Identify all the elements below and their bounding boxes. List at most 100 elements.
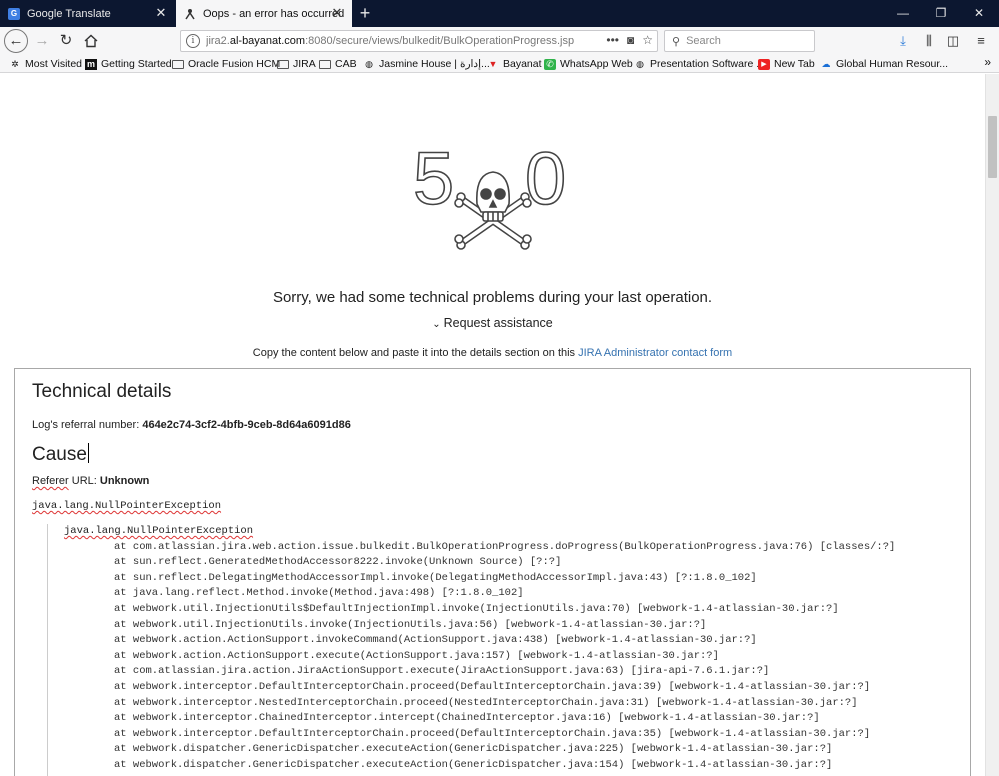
copy-instructions: Copy the content below and paste it into…	[252, 347, 733, 359]
stack-trace-line: at java.lang.reflect.Method.invoke(Metho…	[114, 587, 524, 600]
bookmark-jasmine-house[interactable]: ◍ Jasmine House | إدارة...	[363, 56, 490, 72]
bookmark-presentation-software[interactable]: ◍ Presentation Software ...	[634, 56, 765, 72]
bookmark-whatsapp-web[interactable]: ✆ WhatsApp Web	[544, 56, 633, 72]
bookmark-star-icon[interactable]: ☆	[642, 33, 653, 47]
error-code-left: 5	[413, 142, 454, 220]
cause-heading: Cause	[32, 443, 89, 465]
stack-trace-line: at sun.reflect.GeneratedMethodAccessor82…	[114, 556, 562, 569]
scrollbar-thumb[interactable]	[988, 116, 997, 178]
navigation-toolbar: ← → ↻ i jira2.al-bayanat.com:8080/secure…	[0, 27, 999, 55]
stack-trace-line: at sun.reflect.DelegatingMethodAccessorI…	[114, 571, 757, 584]
error-code-right: 0	[525, 142, 566, 220]
bookmarks-toolbar: ✲ Most Visited m Getting Started Oracle Fu…	[0, 55, 999, 73]
referral-number: 464e2c74-3cf2-4bfb-9ceb-8d64a6091d86	[142, 419, 351, 431]
gear-icon: ✲	[11, 58, 19, 69]
info-icon[interactable]: i	[186, 34, 200, 48]
new-tab-button[interactable]: +	[355, 3, 375, 23]
downloads-button[interactable]: ⤓	[892, 30, 914, 52]
site-icon: m	[85, 58, 97, 70]
bookmark-cab[interactable]: CAB	[319, 56, 357, 72]
bookmark-bayanat[interactable]: ▼ Bayanat	[487, 56, 542, 72]
folder-icon	[172, 59, 184, 69]
technical-details-heading: Technical details	[32, 381, 172, 402]
restore-button[interactable]: ❐	[922, 0, 960, 27]
tab-error-page[interactable]: Oops - an error has occurred ✕	[176, 0, 352, 27]
bookmark-most-visited[interactable]: ✲ Most Visited	[9, 56, 82, 72]
error-message: Sorry, we had some technical problems du…	[272, 289, 713, 306]
search-input[interactable]: ⚲ Search	[664, 30, 815, 52]
admin-contact-form-link[interactable]: JIRA Administrator contact form	[578, 347, 732, 359]
back-button[interactable]: ←	[4, 29, 28, 53]
search-icon: ⚲	[672, 35, 681, 48]
close-tab-icon[interactable]: ✕	[154, 6, 168, 20]
tab-strip: G Google Translate ✕ Oops - an error has…	[0, 0, 999, 27]
search-placeholder: Search	[686, 35, 721, 47]
url-text[interactable]: jira2.al-bayanat.com:8080/secure/views/b…	[206, 35, 586, 47]
globe-icon: ◍	[365, 58, 373, 69]
error-500-illustration: 5 0	[413, 142, 567, 250]
arrow-right-icon: →	[34, 32, 50, 49]
bookmark-global-human-resources[interactable]: ☁ Global Human Resour...	[820, 56, 949, 72]
chevron-down-icon: ⌄	[432, 319, 441, 330]
stack-trace-line: at com.atlassian.jira.action.JiraActionS…	[114, 665, 770, 678]
bookmark-new-tab[interactable]: ▶ New Tab	[758, 56, 815, 72]
referer-url-line: Referer URL: Unknown	[32, 475, 150, 487]
minimize-button[interactable]: —	[884, 0, 922, 27]
reload-button[interactable]: ↻	[55, 30, 77, 52]
page-content: 5 0 Sorry, we had some technical problem…	[0, 74, 985, 776]
stack-trace-line: at webwork.action.ActionSupport.invokeCo…	[114, 634, 757, 647]
bayanat-icon: ▼	[488, 58, 498, 69]
arrow-left-icon: ←	[8, 32, 24, 49]
download-icon: ⤓	[900, 33, 906, 48]
stack-trace-line: at webwork.action.ActionSupport.execute(…	[114, 649, 719, 662]
bookmark-jira[interactable]: JIRA	[277, 56, 316, 72]
stack-trace-line: at webwork.dispatcher.GenericDispatcher.…	[114, 758, 833, 771]
sidebar-icon: ◫	[946, 33, 960, 48]
stack-trace-line: at webwork.interceptor.DefaultIntercepto…	[114, 727, 871, 740]
stack-trace-line: at webwork.interceptor.NestedInterceptor…	[114, 696, 858, 709]
youtube-icon: ▶	[758, 58, 770, 70]
close-tab-icon[interactable]: ✕	[330, 6, 344, 20]
stack-trace-line: at webwork.dispatcher.GenericDispatcher.…	[114, 743, 833, 756]
stack-trace-line: at webwork.util.InjectionUtils.invoke(In…	[114, 618, 707, 631]
reload-icon: ↻	[59, 32, 73, 49]
close-window-button[interactable]: ✕	[960, 0, 998, 27]
home-icon	[84, 34, 98, 48]
referer-url-value: Unknown	[99, 475, 150, 487]
stack-trace-heading: java.lang.NullPointerException	[64, 525, 254, 537]
cloud-icon: ☁	[821, 58, 831, 69]
menu-button[interactable]: ≡	[970, 30, 992, 52]
home-button[interactable]	[80, 30, 102, 52]
folder-icon	[319, 59, 331, 69]
stack-trace-line: at com.atlassian.jira.web.action.issue.b…	[114, 540, 896, 553]
page-scrollbar[interactable]	[985, 74, 999, 776]
technical-details-panel: Technical details Log's referral number:…	[14, 368, 971, 776]
stack-trace: java.lang.NullPointerException at com.at…	[47, 524, 963, 776]
bookmark-getting-started[interactable]: m Getting Started	[85, 56, 172, 72]
google-translate-icon: G	[8, 7, 20, 20]
stack-trace-line: at webwork.util.InjectionUtils$DefaultIn…	[114, 602, 839, 615]
folder-icon	[277, 59, 289, 69]
sidebar-button[interactable]: ◫	[942, 30, 964, 52]
address-bar[interactable]: i jira2.al-bayanat.com:8080/secure/views…	[180, 30, 658, 52]
tab-label: Oops - an error has occurred	[203, 7, 345, 20]
library-icon: ⫼	[926, 33, 932, 48]
referral-number-line: Log's referral number: 464e2c74-3cf2-4bf…	[32, 419, 351, 431]
jira-icon	[185, 8, 195, 19]
tab-google-translate[interactable]: G Google Translate ✕	[0, 0, 176, 27]
library-button[interactable]: ⫼	[918, 30, 940, 52]
whatsapp-icon: ✆	[544, 58, 556, 70]
forward-button[interactable]: →	[31, 30, 53, 52]
tab-label: Google Translate	[27, 7, 111, 20]
hamburger-icon: ≡	[977, 33, 985, 48]
chevron-double-right-icon[interactable]: »	[984, 55, 991, 69]
bookmark-oracle-fusion-hcm[interactable]: Oracle Fusion HCM	[172, 56, 280, 72]
request-assistance-toggle[interactable]: ⌄ Request assistance	[0, 316, 985, 330]
pocket-icon[interactable]: ◙	[627, 33, 634, 47]
page-actions-icon[interactable]: •••	[606, 33, 619, 47]
globe-icon: ◍	[636, 58, 644, 69]
request-assistance-label: Request assistance	[443, 316, 553, 330]
skull-crossbones-icon	[454, 171, 532, 250]
stack-trace-line: at webwork.interceptor.DefaultIntercepto…	[114, 680, 871, 693]
text-cursor	[87, 443, 89, 463]
